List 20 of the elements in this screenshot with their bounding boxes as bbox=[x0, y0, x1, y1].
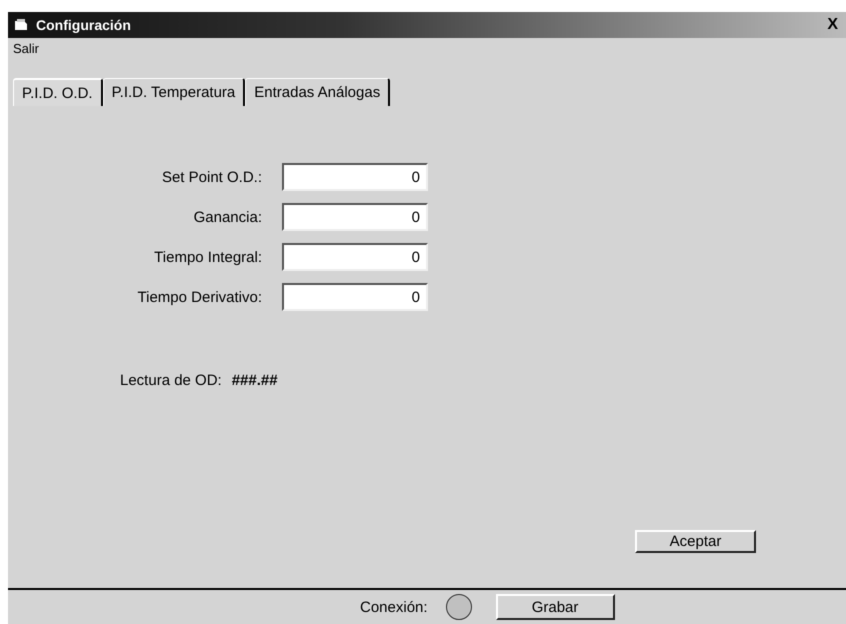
accept-button[interactable]: Aceptar bbox=[635, 530, 756, 553]
tab[interactable]: Entradas Análogas bbox=[245, 78, 390, 106]
save-button[interactable]: Grabar bbox=[496, 594, 615, 620]
input-field[interactable]: 0 bbox=[282, 203, 428, 231]
reading-label: Lectura de OD: bbox=[120, 372, 222, 389]
tab[interactable]: P.I.D. O.D. bbox=[13, 78, 103, 106]
field-label: Tiempo Integral: bbox=[153, 248, 262, 266]
reading-value: ###.## bbox=[232, 372, 278, 389]
field-label: Tiempo Derivativo: bbox=[136, 288, 262, 306]
input-field[interactable]: 0 bbox=[282, 243, 428, 271]
close-button[interactable]: X bbox=[825, 16, 840, 34]
tab[interactable]: P.I.D. Temperatura bbox=[102, 78, 246, 106]
field-label: Set Point O.D.: bbox=[160, 168, 262, 186]
input-field[interactable]: 0 bbox=[282, 283, 428, 311]
app-icon bbox=[14, 18, 30, 32]
connection-label: Conexión: bbox=[360, 598, 428, 616]
window-title: Configuración bbox=[36, 17, 131, 33]
menu-item[interactable]: Salir bbox=[13, 40, 40, 56]
field-label: Ganancia: bbox=[192, 208, 262, 226]
input-field[interactable]: 0 bbox=[282, 163, 428, 191]
